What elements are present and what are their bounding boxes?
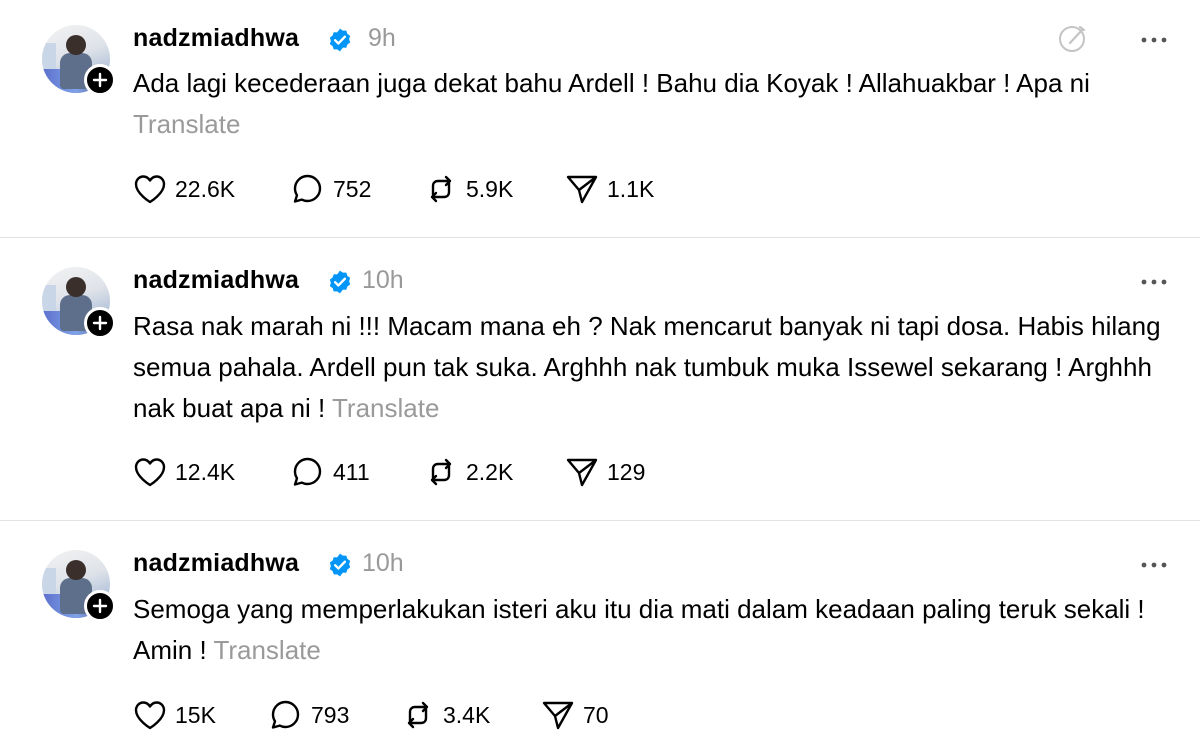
share-count: 129 bbox=[607, 458, 646, 485]
reply-count: 752 bbox=[333, 175, 372, 202]
repost-button[interactable]: 5.9K bbox=[424, 173, 513, 205]
like-button[interactable]: 15K bbox=[133, 699, 216, 731]
post-3: nadzmiadhwa 10h Semoga yang memperlakuka… bbox=[0, 521, 1200, 755]
post-time[interactable]: 9h bbox=[368, 24, 396, 53]
edit-icon[interactable] bbox=[1057, 22, 1089, 54]
post-2: nadzmiadhwa 10h Rasa nak marah ni !!! Ma… bbox=[0, 238, 1200, 520]
comment-icon bbox=[293, 174, 322, 203]
follow-button[interactable] bbox=[84, 64, 116, 96]
translate-link[interactable]: Translate bbox=[213, 635, 320, 665]
verified-badge-icon bbox=[329, 270, 351, 294]
send-icon bbox=[566, 175, 598, 204]
plus-icon bbox=[92, 598, 108, 614]
like-button[interactable]: 22.6K bbox=[133, 173, 235, 205]
reply-button[interactable]: 793 bbox=[269, 699, 349, 731]
username[interactable]: nadzmiadhwa bbox=[133, 24, 299, 53]
send-icon bbox=[542, 701, 574, 730]
share-button[interactable]: 1.1K bbox=[565, 173, 654, 205]
heart-icon bbox=[134, 701, 166, 730]
translate-link[interactable]: Translate bbox=[133, 109, 240, 139]
plus-icon bbox=[92, 315, 108, 331]
post-time[interactable]: 10h bbox=[362, 266, 404, 295]
follow-button[interactable] bbox=[84, 307, 116, 339]
more-dots-icon[interactable] bbox=[1140, 36, 1168, 44]
post-body: Ada lagi kecederaan juga dekat bahu Arde… bbox=[133, 68, 1090, 98]
plus-icon bbox=[92, 72, 108, 88]
post-time[interactable]: 10h bbox=[362, 549, 404, 578]
more-dots-icon[interactable] bbox=[1140, 561, 1168, 569]
repost-count: 5.9K bbox=[466, 175, 514, 202]
more-dots-icon[interactable] bbox=[1140, 278, 1168, 286]
verified-badge-icon bbox=[329, 28, 351, 52]
heart-icon bbox=[134, 458, 166, 487]
verified-badge-icon bbox=[329, 553, 351, 577]
reply-count: 411 bbox=[333, 458, 370, 485]
like-button[interactable]: 12.4K bbox=[133, 456, 235, 488]
post-text: Ada lagi kecederaan juga dekat bahu Arde… bbox=[133, 63, 1173, 145]
reply-button[interactable]: 752 bbox=[291, 173, 371, 205]
repost-button[interactable]: 2.2K bbox=[424, 456, 513, 488]
send-icon bbox=[566, 458, 598, 487]
repost-icon bbox=[407, 701, 429, 729]
post-text: Rasa nak marah ni !!! Macam mana eh ? Na… bbox=[133, 306, 1173, 429]
username[interactable]: nadzmiadhwa bbox=[133, 549, 299, 578]
share-button[interactable]: 70 bbox=[541, 699, 609, 731]
repost-button[interactable]: 3.4K bbox=[401, 699, 490, 731]
share-count: 1.1K bbox=[607, 175, 655, 202]
repost-count: 2.2K bbox=[466, 458, 514, 485]
post-body: Rasa nak marah ni !!! Macam mana eh ? Na… bbox=[133, 311, 1161, 423]
share-count: 70 bbox=[583, 701, 609, 728]
post-1: nadzmiadhwa 9h Ada lagi kecederaan juga … bbox=[0, 0, 1200, 237]
comment-icon bbox=[293, 457, 322, 486]
comment-icon bbox=[271, 700, 300, 729]
share-button[interactable]: 129 bbox=[565, 456, 645, 488]
translate-link[interactable]: Translate bbox=[332, 393, 439, 423]
like-count: 12.4K bbox=[175, 458, 236, 485]
reply-count: 793 bbox=[311, 701, 350, 728]
like-count: 15K bbox=[175, 701, 216, 728]
like-count: 22.6K bbox=[175, 175, 236, 202]
reply-button[interactable]: 411 bbox=[291, 456, 370, 488]
username[interactable]: nadzmiadhwa bbox=[133, 266, 299, 295]
heart-icon bbox=[134, 175, 166, 204]
repost-icon bbox=[430, 458, 452, 486]
post-text: Semoga yang memperlakukan isteri aku itu… bbox=[133, 589, 1173, 671]
repost-icon bbox=[430, 175, 452, 203]
follow-button[interactable] bbox=[84, 590, 116, 622]
repost-count: 3.4K bbox=[443, 701, 491, 728]
